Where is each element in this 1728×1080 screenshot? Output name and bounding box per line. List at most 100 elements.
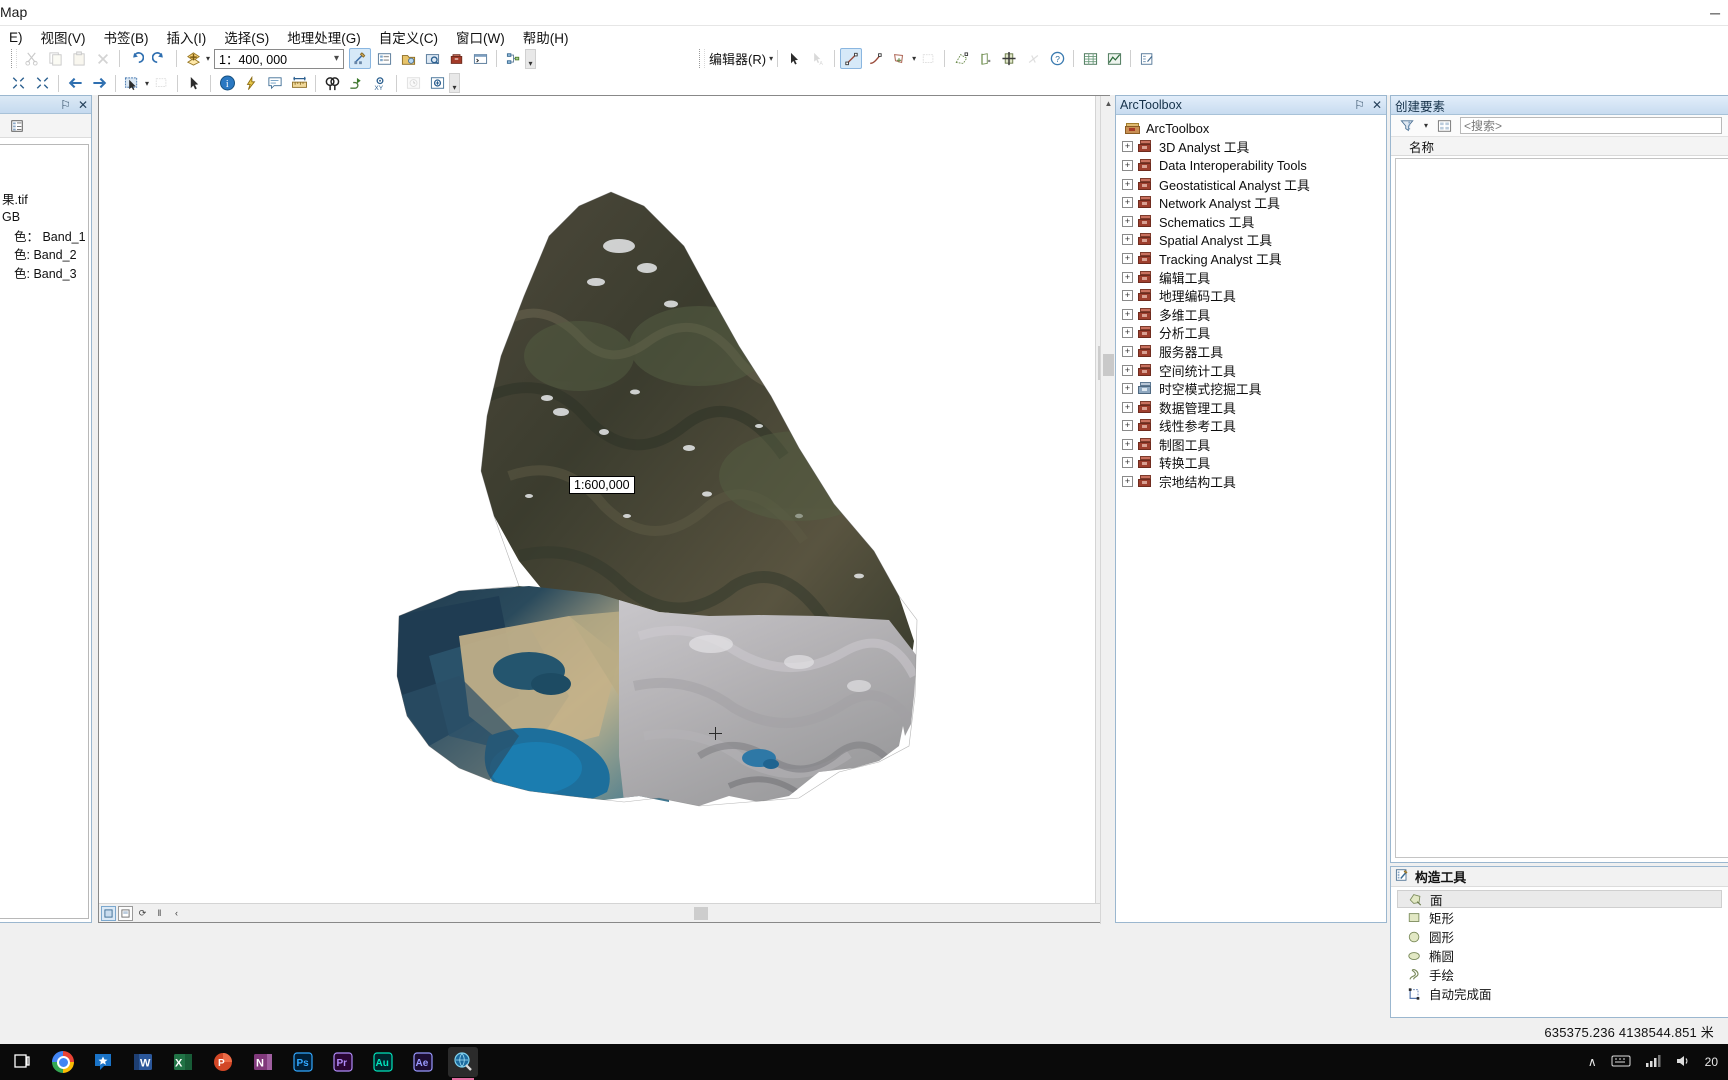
straight-segment-button[interactable]	[840, 48, 863, 69]
expand-icon[interactable]: +	[1122, 252, 1133, 264]
find-route-button[interactable]	[345, 73, 367, 94]
previous-page-button[interactable]: ‹	[169, 906, 184, 921]
toolbox-item-data-management[interactable]: + 数据管理工具	[1116, 398, 1386, 417]
arctoolbox-tree[interactable]: ArcToolbox + 3D Analyst 工具 + Data Intero…	[1116, 116, 1386, 922]
time-slider-button[interactable]	[402, 73, 424, 94]
construction-tool-circle[interactable]: 圆形	[1391, 927, 1728, 946]
undo-button[interactable]	[125, 48, 147, 69]
minimize-button[interactable]: ─	[1710, 5, 1720, 21]
word-icon[interactable]: W	[128, 1047, 158, 1077]
measure-button[interactable]	[288, 73, 310, 94]
select-features-button[interactable]	[121, 73, 143, 94]
copy-button[interactable]	[44, 48, 66, 69]
create-features-column-header[interactable]: 名称	[1391, 137, 1728, 156]
arctoolbox-button[interactable]	[445, 48, 467, 69]
toolbox-item-space-time-pattern-mining[interactable]: + 时空模式挖掘工具	[1116, 379, 1386, 398]
pin-icon[interactable]: ⚐	[60, 98, 71, 112]
paste-button[interactable]	[68, 48, 90, 69]
construction-tool-freehand[interactable]: 手绘	[1391, 965, 1728, 984]
merge-button[interactable]	[998, 48, 1020, 69]
create-features-dropdown-arrow[interactable]: ▾	[912, 54, 916, 63]
catalog-button[interactable]	[397, 48, 419, 69]
expand-icon[interactable]: +	[1122, 457, 1133, 469]
delete-button[interactable]	[92, 48, 114, 69]
editor-toolbar-button[interactable]	[349, 48, 372, 69]
construction-tool-autocomplete-polygon[interactable]: 自动完成面	[1391, 984, 1728, 1003]
next-extent-button[interactable]	[88, 73, 110, 94]
zoom-out-button[interactable]	[31, 73, 53, 94]
task-view-button[interactable]	[8, 1047, 38, 1077]
editor-toolbar-grip[interactable]	[699, 49, 706, 68]
chevron-down-icon[interactable]: ▾	[334, 53, 341, 64]
expand-icon[interactable]: +	[1122, 345, 1133, 357]
expand-icon[interactable]: +	[1122, 159, 1133, 171]
zoom-in-button[interactable]	[7, 73, 29, 94]
clock[interactable]: 20	[1705, 1055, 1718, 1069]
excel-icon[interactable]: X	[168, 1047, 198, 1077]
expand-icon[interactable]: +	[1122, 234, 1133, 246]
edit-tool-button[interactable]	[783, 48, 805, 69]
expand-icon[interactable]: +	[1122, 327, 1133, 339]
find-button[interactable]	[321, 73, 343, 94]
editor-options-button[interactable]	[1136, 48, 1158, 69]
arctoolbox-outer-scrollbar[interactable]: ▲	[1100, 96, 1115, 924]
photoshop-icon[interactable]: Ps	[288, 1047, 318, 1077]
scale-text-annotation[interactable]: 1:600,000	[569, 476, 635, 494]
expand-icon[interactable]: +	[1122, 476, 1133, 488]
toolbox-item-tracking-analyst[interactable]: + Tracking Analyst 工具	[1116, 249, 1386, 268]
cut-button[interactable]	[20, 48, 42, 69]
refresh-view-button[interactable]: ⟳	[135, 906, 150, 921]
powerpoint-icon[interactable]: P	[208, 1047, 238, 1077]
create-features-list[interactable]	[1395, 158, 1728, 858]
toolbar-grip[interactable]	[11, 49, 17, 68]
expand-icon[interactable]: +	[1122, 438, 1133, 450]
construction-tool-polygon[interactable]: 面	[1397, 890, 1722, 908]
attributes-button[interactable]: ?	[1046, 48, 1068, 69]
organize-templates-button[interactable]	[1433, 115, 1455, 136]
toolbar-overflow-button[interactable]: ▾	[525, 48, 537, 69]
redo-button[interactable]	[149, 48, 171, 69]
toolbox-item-editing[interactable]: + 编辑工具	[1116, 268, 1386, 287]
expand-icon[interactable]: +	[1122, 401, 1133, 413]
expand-icon[interactable]: +	[1122, 290, 1133, 302]
toc-layer-raster[interactable]: 果.tif	[0, 189, 88, 208]
toolbox-item-cartography[interactable]: + 制图工具	[1116, 435, 1386, 454]
construction-tools-list[interactable]: 面 矩形 圆形 椭圆 手绘 自动完成面	[1391, 887, 1728, 1003]
search-window-button[interactable]	[421, 48, 443, 69]
add-data-button[interactable]	[182, 48, 204, 69]
expand-icon[interactable]: +	[1122, 308, 1133, 320]
toolbox-item-analysis[interactable]: + 分析工具	[1116, 324, 1386, 343]
close-icon[interactable]: ✕	[78, 98, 88, 112]
map-horizontal-scrollbar[interactable]	[189, 907, 1091, 920]
volume-icon[interactable]	[1675, 1054, 1691, 1071]
attribute-table-button[interactable]	[1079, 48, 1101, 69]
expand-icon[interactable]: +	[1122, 420, 1133, 432]
construction-tool-ellipse[interactable]: 椭圆	[1391, 946, 1728, 965]
aftereffects-icon[interactable]: Ae	[408, 1047, 438, 1077]
pin-icon[interactable]: ⚐	[1354, 98, 1365, 112]
filter-dropdown-arrow[interactable]: ▾	[1424, 121, 1428, 130]
toolbox-item-geocoding[interactable]: + 地理编码工具	[1116, 286, 1386, 305]
expand-icon[interactable]: +	[1122, 178, 1133, 190]
toolbox-item-schematics[interactable]: + Schematics 工具	[1116, 212, 1386, 231]
toolbox-item-3d-analyst[interactable]: + 3D Analyst 工具	[1116, 138, 1386, 157]
menu-item-file[interactable]: E)	[0, 28, 32, 47]
premiere-icon[interactable]: Pr	[328, 1047, 358, 1077]
split-tool-button[interactable]	[974, 48, 996, 69]
toolbox-item-data-interoperability[interactable]: + Data Interoperability Tools	[1116, 156, 1386, 175]
create-viewer-window-button[interactable]	[426, 73, 448, 94]
add-data-dropdown-arrow[interactable]: ▾	[206, 54, 210, 63]
editor-menu-arrow[interactable]: ▾	[769, 54, 773, 63]
expand-icon[interactable]: +	[1122, 383, 1133, 395]
map-scale-combobox[interactable]: 1：400, 000 ▾	[214, 48, 345, 69]
trace-button[interactable]	[950, 48, 972, 69]
select-features-dropdown-arrow[interactable]: ▾	[145, 79, 149, 88]
edit-annotation-button[interactable]: A	[807, 48, 829, 69]
filter-templates-button[interactable]	[1396, 115, 1418, 136]
pause-drawing-button[interactable]: ‖	[152, 906, 167, 921]
tools-overflow-button[interactable]: ▾	[449, 73, 461, 93]
go-to-xy-button[interactable]: XY	[369, 73, 391, 94]
toolbox-item-network-analyst[interactable]: + Network Analyst 工具	[1116, 193, 1386, 212]
expand-icon[interactable]: +	[1122, 215, 1133, 227]
html-popup-button[interactable]	[264, 73, 286, 94]
